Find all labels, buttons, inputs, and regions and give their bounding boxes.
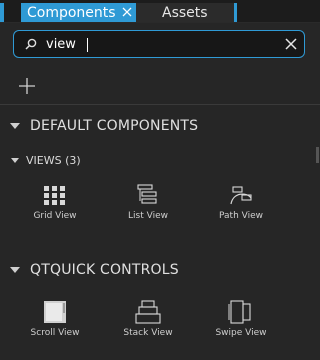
- search-icon: [25, 38, 37, 50]
- tab-assets[interactable]: Assets: [136, 3, 234, 22]
- list-view-item[interactable]: List View: [113, 184, 183, 228]
- tab-accent-right: [234, 3, 237, 22]
- section-qtquick-controls[interactable]: QTQUICK CONTROLS: [0, 255, 320, 285]
- grid-view-icon: [44, 186, 65, 205]
- item-label: List View: [128, 211, 168, 221]
- list-view-icon: [137, 184, 157, 204]
- section-title: DEFAULT COMPONENTS: [30, 118, 199, 134]
- close-icon[interactable]: [120, 5, 134, 19]
- swipe-view-item[interactable]: Swipe View: [206, 299, 276, 343]
- scroll-view-icon: [44, 301, 66, 323]
- tab-components[interactable]: Components: [21, 3, 136, 22]
- chevron-down-icon: [10, 123, 20, 129]
- item-label: Path View: [219, 211, 263, 221]
- tab-components-label: Components: [27, 4, 116, 21]
- chevron-down-icon: [11, 157, 19, 163]
- path-view-icon: [230, 186, 252, 205]
- chevron-down-icon: [10, 267, 20, 273]
- stack-view-item[interactable]: Stack View: [113, 299, 183, 343]
- section-default-components[interactable]: DEFAULT COMPONENTS: [0, 111, 320, 141]
- text-caret: [87, 38, 88, 52]
- subsection-title: VIEWS (3): [26, 153, 81, 167]
- section-title: QTQUICK CONTROLS: [30, 262, 179, 278]
- scroll-view-item[interactable]: Scroll View: [20, 299, 90, 343]
- subsection-views[interactable]: VIEWS (3): [0, 150, 320, 170]
- path-view-item[interactable]: Path View: [206, 184, 276, 228]
- grid-view-item[interactable]: Grid View: [20, 184, 90, 228]
- stack-view-icon: [135, 300, 161, 324]
- item-label: Stack View: [123, 328, 173, 338]
- add-icon[interactable]: [16, 75, 38, 97]
- item-label: Grid View: [33, 211, 77, 221]
- search-input[interactable]: [46, 34, 276, 54]
- scrollbar[interactable]: [316, 147, 319, 163]
- swipe-view-icon: [228, 300, 251, 324]
- tab-accent: [0, 3, 4, 22]
- divider: [0, 104, 320, 105]
- tab-assets-label: Assets: [162, 4, 208, 21]
- clear-icon[interactable]: [284, 37, 298, 51]
- search-box[interactable]: [13, 30, 305, 58]
- item-label: Scroll View: [30, 328, 80, 338]
- tab-bar: Components Assets: [0, 0, 320, 23]
- item-label: Swipe View: [215, 328, 267, 338]
